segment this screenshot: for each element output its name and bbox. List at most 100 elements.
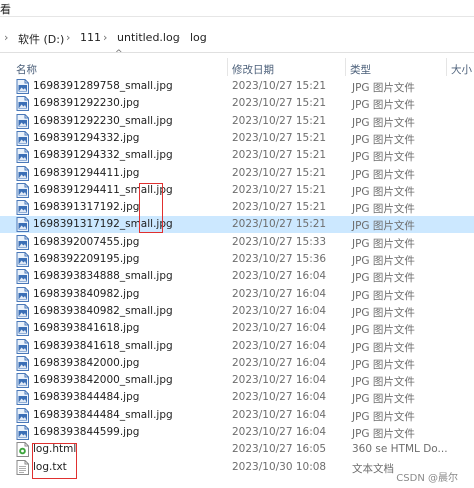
jpg-image-icon	[16, 321, 29, 337]
jpg-image-icon	[16, 252, 29, 267]
file-name: 1698393841618.jpg	[33, 322, 140, 335]
jpg-image-icon	[16, 234, 29, 250]
file-row[interactable]: 1698393840982_small.jpg 2023/10/27 16:04 J…	[0, 303, 474, 320]
file-name: 1698393844599.jpg	[33, 426, 140, 438]
file-name: 1698391289758_small.jpg	[33, 80, 173, 92]
file-name: 1698391294332.jpg	[33, 131, 140, 144]
file-date: 2023/10/27 15:21	[232, 80, 327, 92]
file-type: JPG 图片文件	[352, 428, 415, 440]
file-date: 2023/10/27 15:21	[232, 114, 327, 127]
file-row[interactable]: 1698391289758_small.jpg 2023/10/27 15:21 J…	[0, 78, 474, 95]
file-row[interactable]: 1698391292230.jpg 2023/10/27 15:21 JPG 图片文…	[0, 95, 474, 112]
column-header-date[interactable]: 修改日期	[232, 62, 274, 77]
file-row[interactable]: 1698393844599.jpg 2023/10/27 16:04 JPG 图片文…	[0, 424, 474, 441]
file-row[interactable]: 1698391317192.jpg 2023/10/27 15:21 JPG 图片文…	[0, 199, 474, 216]
column-header-name[interactable]: 名称	[16, 62, 37, 77]
file-row[interactable]: 1698393841618_small.jpg 2023/10/27 16:04 J…	[0, 338, 474, 355]
file-type: JPG 图片文件	[352, 393, 415, 406]
file-type: 360 se HTML Do...	[352, 443, 448, 456]
file-date: 2023/10/27 15:21	[232, 149, 327, 162]
file-date: 2023/10/27 16:04	[232, 408, 327, 421]
jpg-image-icon	[16, 165, 29, 181]
file-type: JPG 图片文件	[352, 289, 415, 302]
jpg-image-icon	[16, 269, 29, 285]
file-type: JPG 图片文件	[352, 82, 415, 94]
file-row[interactable]: 1698391294332.jpg 2023/10/27 15:21 JPG 图片文…	[0, 130, 474, 147]
column-divider[interactable]	[227, 58, 228, 76]
file-date: 2023/10/27 15:21	[232, 131, 327, 144]
file-date: 2023/10/27 15:36	[232, 253, 327, 265]
file-date: 2023/10/27 16:04	[232, 304, 327, 317]
window-title-fragment: 看	[0, 0, 474, 17]
file-date: 2023/10/30 10:08	[232, 460, 327, 473]
file-date: 2023/10/27 16:04	[232, 339, 327, 352]
breadcrumb-folder-111[interactable]: 111	[80, 31, 101, 44]
file-row[interactable]: 1698393844484.jpg 2023/10/27 16:04 JPG 图片文…	[0, 389, 474, 406]
chevron-right-icon[interactable]: ›	[176, 31, 180, 44]
file-name: 1698391292230_small.jpg	[33, 114, 173, 127]
file-name: 1698391292230.jpg	[33, 97, 140, 110]
chevron-right-icon[interactable]: ›	[103, 31, 107, 44]
file-name: 1698392209195.jpg	[33, 253, 140, 265]
file-name: 1698391294411.jpg	[33, 166, 140, 179]
file-date: 2023/10/27 16:04	[232, 322, 327, 335]
file-date: 2023/10/27 16:05	[232, 443, 327, 456]
file-name: 1698393840982_small.jpg	[33, 304, 173, 317]
file-type: JPG 图片文件	[352, 272, 415, 285]
file-date: 2023/10/27 16:04	[232, 356, 327, 369]
file-name: 1698391294332_small.jpg	[33, 149, 173, 162]
file-type: 文本文档	[352, 462, 394, 475]
breadcrumb-folder-log[interactable]: log	[190, 31, 207, 44]
file-row[interactable]: 1698391294332_small.jpg 2023/10/27 15:21 J…	[0, 147, 474, 164]
file-type: JPG 图片文件	[352, 133, 415, 146]
file-date: 2023/10/27 15:21	[232, 201, 327, 214]
watermark: CSDN @晨尔	[396, 473, 458, 484]
file-row[interactable]: 1698391292230_small.jpg 2023/10/27 15:21 J…	[0, 113, 474, 130]
column-divider[interactable]	[446, 58, 447, 76]
jpg-image-icon	[16, 390, 29, 406]
file-type: JPG 图片文件	[352, 185, 415, 198]
file-row[interactable]: 1698391294411_small.jpg 2023/10/27 15:21 J…	[0, 182, 474, 199]
file-name: 1698393840982.jpg	[33, 287, 140, 300]
file-name: 1698391317192.jpg	[33, 201, 140, 214]
breadcrumb-folder-untitled-log[interactable]: untitled.log	[117, 31, 180, 44]
file-row[interactable]: 1698391317192_small.jpg 2023/10/27 15:21 J…	[0, 216, 474, 234]
address-bar[interactable]: › 软件 (D:) › 111 › untitled.log › log	[0, 22, 474, 53]
column-header-size[interactable]: 大小	[451, 62, 472, 77]
file-row[interactable]: 1698393842000.jpg 2023/10/27 16:04 JPG 图片文…	[0, 355, 474, 372]
file-type: JPG 图片文件	[352, 168, 415, 181]
jpg-image-icon	[16, 148, 29, 164]
file-date: 2023/10/27 15:21	[232, 166, 327, 179]
chevron-right-icon[interactable]: ›	[4, 31, 8, 44]
file-name: 1698393844484_small.jpg	[33, 408, 173, 421]
breadcrumb-drive[interactable]: 软件 (D:)	[18, 31, 64, 47]
file-row[interactable]: 1698393841618.jpg 2023/10/27 16:04 JPG 图片文…	[0, 320, 474, 337]
file-type: JPG 图片文件	[352, 341, 415, 354]
column-divider[interactable]	[345, 58, 346, 76]
highlight-box-log-files	[32, 443, 77, 479]
file-name: 1698393842000_small.jpg	[33, 374, 173, 387]
file-row[interactable]: 1698393840982.jpg 2023/10/27 16:04 JPG 图片文…	[0, 286, 474, 303]
file-row[interactable]: 1698392209195.jpg 2023/10/27 15:36 JPG 图片文…	[0, 251, 474, 268]
file-row[interactable]: 1698393844484_small.jpg 2023/10/27 16:04 J…	[0, 407, 474, 424]
file-date: 2023/10/27 15:21	[232, 183, 327, 196]
jpg-image-icon	[16, 303, 29, 319]
file-type: JPG 图片文件	[352, 151, 415, 164]
file-type: JPG 图片文件	[352, 324, 415, 337]
column-header-row: 名称 修改日期 类型 大小	[0, 56, 474, 78]
file-date: 2023/10/27 15:21	[232, 218, 327, 231]
jpg-image-icon	[16, 200, 29, 216]
file-row[interactable]: 1698391294411.jpg 2023/10/27 15:21 JPG 图片文…	[0, 165, 474, 182]
title-fragment-text: 看	[0, 3, 11, 16]
file-row[interactable]: 1698393842000_small.jpg 2023/10/27 16:04 J…	[0, 372, 474, 389]
column-header-type[interactable]: 类型	[350, 62, 371, 77]
file-type: JPG 图片文件	[352, 358, 415, 371]
file-date: 2023/10/27 16:04	[232, 391, 327, 404]
file-type: JPG 图片文件	[352, 203, 415, 216]
jpg-image-icon	[16, 182, 29, 198]
file-row[interactable]: 1698392007455.jpg 2023/10/27 15:33 JPG 图片文…	[0, 234, 474, 251]
file-row[interactable]: 1698393834888_small.jpg 2023/10/27 16:04 J…	[0, 268, 474, 285]
file-date: 2023/10/27 16:04	[232, 374, 327, 387]
chevron-right-icon[interactable]: ›	[66, 31, 70, 44]
file-type: JPG 图片文件	[352, 306, 415, 319]
